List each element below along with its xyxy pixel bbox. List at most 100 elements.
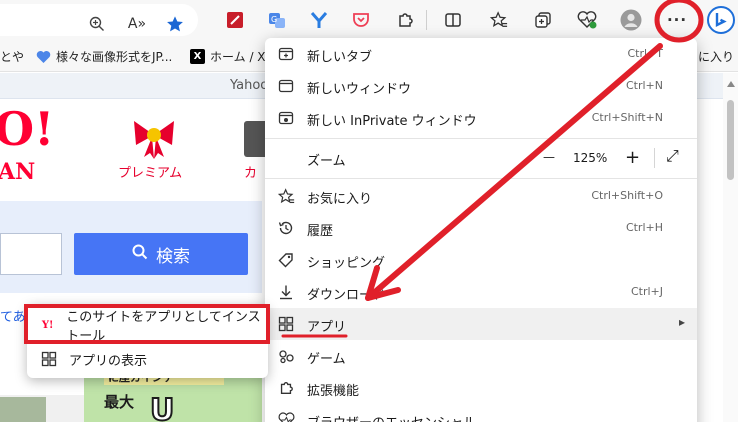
shortcut-text: Ctrl+H [625,221,663,234]
menu-item-label: 履歴 [307,224,334,239]
favorite-item[interactable]: X ホーム / X [190,48,266,65]
menu-item-label: ブラウザーのエッセンシャル [307,412,476,422]
car-label[interactable]: カ [244,162,257,181]
bing-copilot-icon[interactable] [706,5,736,35]
menu-divider [265,178,697,179]
x-logo-icon: X [190,49,205,64]
zoom-in-button[interactable]: + [625,147,640,168]
new-tab-icon [277,45,295,63]
inprivate-window-icon [277,109,295,127]
apps-grid-icon [39,351,59,367]
premium-label[interactable]: プレミアム [118,162,182,181]
menu-item-apps[interactable]: アプリ ▸ [265,308,697,340]
menu-divider [265,138,697,139]
favorites-icon[interactable] [486,7,512,33]
menu-item-shopping[interactable]: ショッピング [265,244,697,276]
menu-item-label: ゲーム [307,352,346,367]
history-icon [277,219,295,237]
yahoo-favicon-icon: Y! [39,320,56,331]
menu-item-label: 新しいウィンドウ [307,82,412,97]
shopping-tag-icon [277,251,295,269]
address-bar[interactable]: A» [0,4,198,36]
favorite-label: ホーム / X [210,50,266,64]
favorites-list-icon [277,187,295,205]
submenu-item-install-site-as-app[interactable]: Y! このサイトをアプリとしてインストール [27,308,268,344]
menu-item-label: お気に入り [307,192,373,207]
premium-ribbon-icon[interactable] [130,115,178,159]
shortcut-text: Ctrl+N [625,79,663,92]
menu-item-label: 拡張機能 [307,384,360,399]
split-screen-icon[interactable] [440,7,466,33]
settings-more-button[interactable]: ··· [664,7,690,33]
favorite-item[interactable]: に入り [698,48,734,65]
menu-item-favorites[interactable]: お気に入り Ctrl+Shift+O [265,180,697,212]
yahoo-logo-sub: AN [0,159,36,185]
y-extension-icon[interactable] [306,7,332,33]
submenu-item-label: アプリの表示 [69,353,148,369]
menu-item-new-window[interactable]: 新しいウィンドウ Ctrl+N [265,70,697,102]
download-icon [277,283,295,301]
menu-item-extensions[interactable]: 拡張機能 [265,372,697,404]
shortcut-text: Ctrl+T [627,47,663,60]
favorite-item[interactable]: とや [0,48,24,65]
fullscreen-icon[interactable]: ⤢ [666,146,679,166]
zoom-level-value: 125% [573,151,608,165]
chevron-right-icon: ▸ [678,315,685,329]
favorite-star-icon[interactable] [162,11,188,37]
submenu-item-view-apps[interactable]: アプリの表示 [27,342,268,376]
search-button-label: 検索 [156,246,190,267]
scroll-up-arrow-icon[interactable] [727,81,735,87]
favorite-label: に入り [698,50,735,64]
extensions-puzzle-icon [277,379,295,397]
extension-pen-icon[interactable] [222,7,248,33]
search-icon [132,244,148,265]
new-window-icon [277,77,295,95]
promo-small-text: 最大 [104,393,135,411]
menu-item-history[interactable]: 履歴 Ctrl+H [265,212,697,244]
profile-avatar-icon[interactable] [618,7,644,33]
yahoo-link[interactable]: Yahoo [230,78,268,93]
scroll-thumb[interactable] [727,100,734,180]
menu-item-label: ダウンロード [307,288,386,303]
extensions-icon[interactable] [392,7,418,33]
pocket-icon[interactable] [348,7,374,33]
search-input[interactable] [0,233,62,275]
heart-icon [36,49,51,64]
menu-item-downloads[interactable]: ダウンロード Ctrl+J [265,276,697,308]
yahoo-logo[interactable]: O! [0,106,54,152]
partial-link[interactable]: てあ [0,306,26,325]
menu-item-new-inprivate[interactable]: 新しい InPrivate ウィンドウ Ctrl+Shift+N [265,102,697,134]
promo-big-text: U [149,392,175,422]
browser-essentials-icon[interactable] [574,7,600,33]
settings-menu: 新しいタブ Ctrl+T 新しいウィンドウ Ctrl+N 新しい InPriva… [265,38,697,422]
browser-toolbar: A» G ··· [0,0,738,40]
translate-icon[interactable]: G [264,7,290,33]
apps-submenu: Y! このサイトをアプリとしてインストール アプリの表示 [27,304,268,378]
collections-icon[interactable] [530,7,556,33]
menu-item-label: ショッピング [307,256,386,271]
search-button[interactable]: 検索 [74,233,248,275]
games-icon [277,347,295,365]
menu-item-games[interactable]: ゲーム [265,340,697,372]
menu-item-label: 新しいタブ [307,50,373,65]
shortcut-text: Ctrl+Shift+O [591,189,663,202]
toolbar-divider [426,10,427,30]
menu-item-zoom: ズーム — 125% + ⤢ [265,142,697,174]
zoom-in-icon[interactable] [84,11,110,37]
menu-item-new-tab[interactable]: 新しいタブ Ctrl+T [265,38,697,70]
submenu-item-label: このサイトをアプリとしてインストール [66,310,261,344]
zoom-divider [654,148,655,168]
menu-item-browser-essentials[interactable]: ブラウザーのエッセンシャル [265,404,697,422]
thumbnail-image[interactable] [0,397,46,422]
favorite-label: とや [0,50,25,64]
apps-grid-icon [277,315,295,333]
zoom-out-button[interactable]: — [543,150,555,164]
menu-item-label: アプリ [307,320,347,335]
favorite-label: 様々な画像形式をJP... [56,50,173,64]
shortcut-text: Ctrl+Shift+N [591,111,663,124]
read-aloud-icon[interactable]: A» [124,11,150,37]
svg-text:G: G [271,15,277,24]
shortcut-text: Ctrl+J [630,285,663,298]
favorite-item[interactable]: 様々な画像形式をJP... [36,48,172,65]
heart-pulse-icon [277,411,295,422]
